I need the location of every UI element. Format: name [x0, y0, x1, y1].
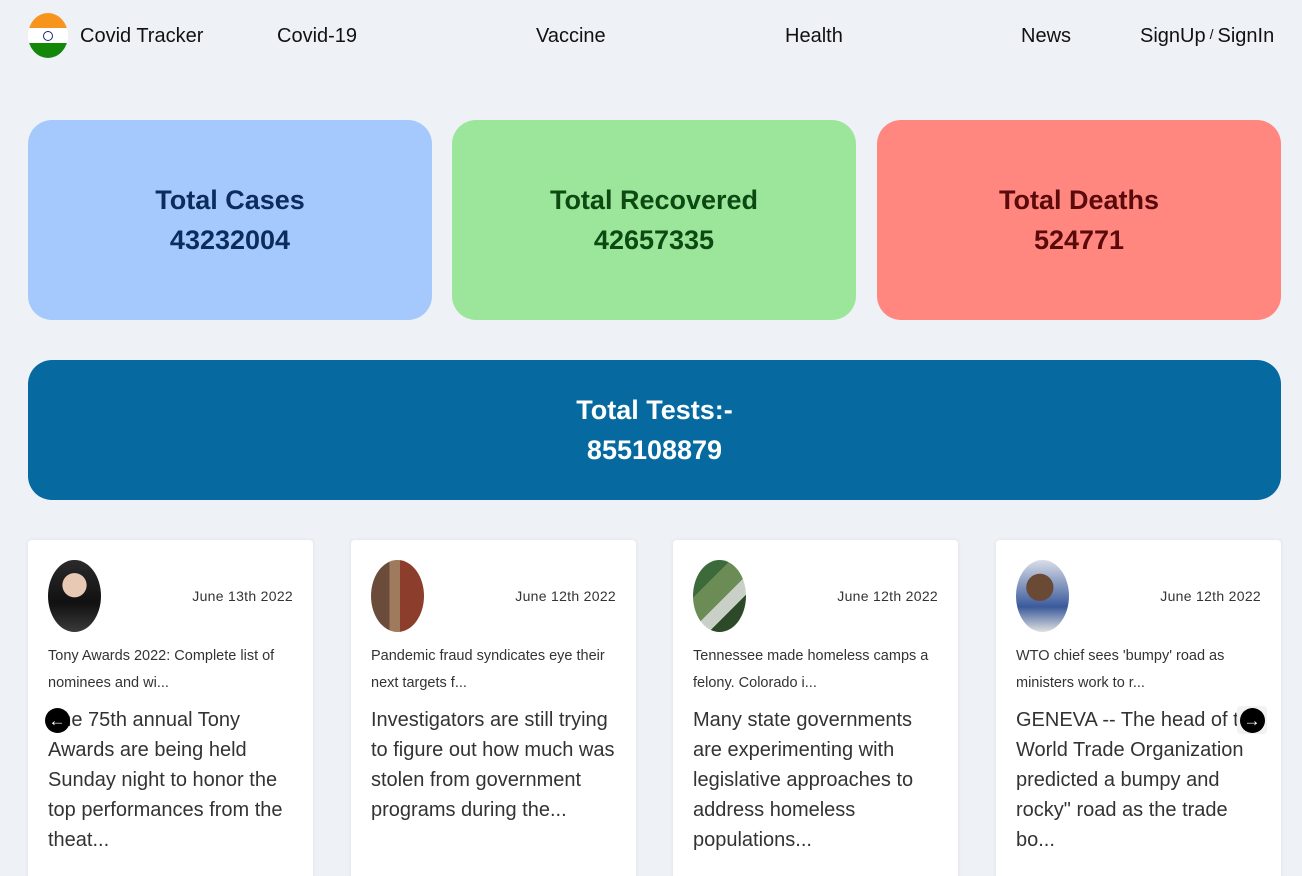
total-recovered-card: Total Recovered 42657335 [452, 120, 856, 320]
news-date: June 12th 2022 [1160, 588, 1261, 604]
news-date: June 13th 2022 [192, 588, 293, 604]
nav-item-covid-19[interactable]: Covid-19 [277, 24, 357, 48]
nav-item-vaccine[interactable]: Vaccine [536, 24, 606, 48]
signup-link[interactable]: SignUp [1140, 25, 1206, 47]
top-nav: Covid Tracker Covid-19 Vaccine Health Ne… [0, 0, 1302, 72]
news-headline[interactable]: Tony Awards 2022: Complete list of nomin… [48, 643, 293, 697]
nav-item-health[interactable]: Health [785, 24, 843, 48]
india-flag-logo-icon[interactable] [28, 13, 68, 58]
news-description: Many state governments are experimenting… [693, 709, 914, 851]
news-description: Investigators are still trying to figure… [371, 709, 615, 821]
total-tests-label: Total Tests:- [576, 395, 733, 425]
auth-separator: / [1209, 26, 1214, 42]
nav-item-news[interactable]: News [1021, 24, 1071, 48]
total-tests-card: Total Tests:- 855108879 [28, 360, 1281, 500]
total-cases-label: Total Cases [155, 185, 305, 215]
news-thumbnail [1016, 560, 1069, 632]
news-description: GENEVA -- The head of the World Trade Or… [1016, 709, 1261, 851]
news-date: June 12th 2022 [515, 588, 616, 604]
total-tests-value: 855108879 [586, 435, 723, 465]
signin-link[interactable]: SignIn [1218, 25, 1275, 47]
news-thumbnail [48, 560, 101, 632]
arrow-right-circle-icon: → [1239, 707, 1265, 733]
total-recovered-label: Total Recovered [549, 185, 759, 215]
news-headline[interactable]: Tennessee made homeless camps a felony. … [693, 643, 938, 697]
news-headline[interactable]: Pandemic fraud syndicates eye their next… [371, 643, 616, 697]
total-cases-value: 43232004 [169, 225, 291, 255]
total-deaths-label: Total Deaths [998, 185, 1160, 215]
news-description: The 75th annual Tony Awards are being he… [48, 709, 283, 851]
news-headline[interactable]: WTO chief sees 'bumpy' road as ministers… [1016, 643, 1261, 697]
total-recovered-value: 42657335 [593, 225, 715, 255]
carousel-next-button[interactable]: → [1237, 706, 1267, 734]
carousel-prev-button[interactable]: ← [42, 706, 72, 734]
chakra-icon [43, 30, 53, 41]
brand-title[interactable]: Covid Tracker [80, 24, 203, 48]
auth-links: SignUp / SignIn [1140, 24, 1274, 48]
arrow-left-circle-icon: ← [44, 707, 70, 733]
news-card[interactable]: June 12th 2022 Tennessee made homeless c… [673, 540, 958, 876]
news-thumbnail [693, 560, 746, 632]
total-deaths-card: Total Deaths 524771 [877, 120, 1281, 320]
news-date: June 12th 2022 [837, 588, 938, 604]
news-card[interactable]: June 12th 2022 Pandemic fraud syndicates… [351, 540, 636, 876]
news-thumbnail [371, 560, 424, 632]
total-cases-card: Total Cases 43232004 [28, 120, 432, 320]
total-deaths-value: 524771 [1033, 225, 1125, 255]
